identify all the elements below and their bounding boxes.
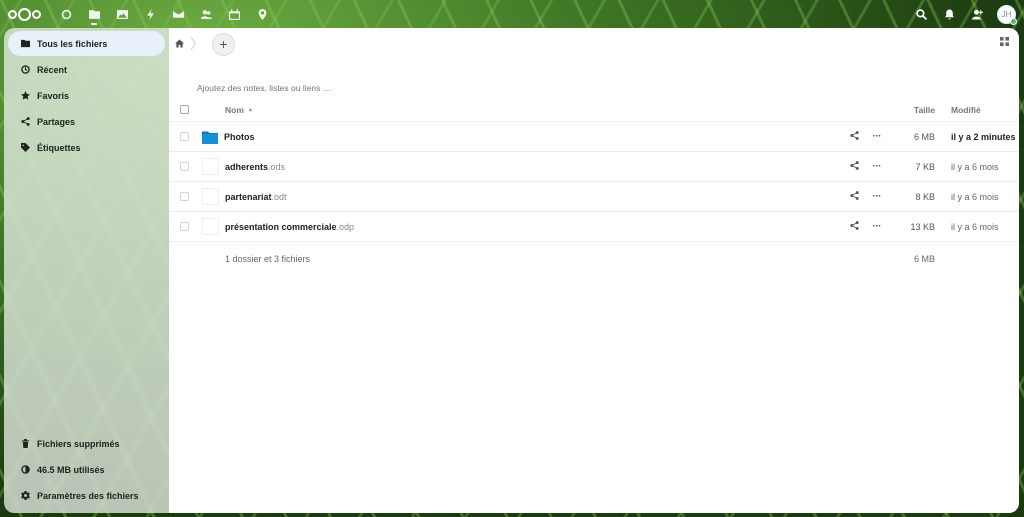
sidebar-item-deleted-files[interactable]: Fichiers supprimés	[8, 431, 165, 456]
file-extension: .odp	[336, 221, 355, 232]
file-name[interactable]: partenariat	[225, 192, 272, 202]
row-checkbox[interactable]	[180, 132, 189, 141]
sidebar-item-label: Favoris	[37, 90, 70, 101]
navigation-sidebar: Tous les fichiers Récent Favoris Partage…	[4, 28, 169, 513]
file-size: 13 KB	[910, 221, 935, 232]
mail-icon[interactable]	[164, 0, 192, 28]
maps-icon[interactable]	[248, 0, 276, 28]
app-menu	[52, 0, 276, 28]
nextcloud-logo[interactable]	[8, 7, 44, 21]
search-icon[interactable]	[907, 0, 935, 28]
file-modified: il y a 2 minutes	[951, 131, 1016, 142]
notifications-icon[interactable]	[935, 0, 963, 28]
sidebar-item-label: Tous les fichiers	[37, 38, 108, 49]
folder-icon	[20, 39, 30, 49]
calendar-icon[interactable]	[220, 0, 248, 28]
file-thumbnail	[202, 158, 219, 175]
file-name[interactable]: présentation commerciale	[225, 222, 337, 232]
photos-icon[interactable]	[108, 0, 136, 28]
app-container: Tous les fichiers Récent Favoris Partage…	[4, 28, 1019, 513]
quota-icon	[20, 465, 30, 475]
sidebar-item-recent[interactable]: Récent	[8, 57, 165, 82]
summary-count: 1 dossier et 3 fichiers	[225, 254, 311, 264]
breadcrumb: 〉 +	[175, 32, 235, 56]
sidebar-item-tags[interactable]: Étiquettes	[8, 135, 165, 160]
file-name[interactable]: adherents	[225, 162, 268, 172]
more-actions-icon[interactable]: ···	[873, 191, 882, 202]
gear-icon	[20, 491, 30, 501]
share-icon[interactable]	[849, 191, 859, 202]
sidebar-item-label: 46.5 MB utilisés	[37, 464, 105, 475]
trash-icon	[20, 439, 30, 449]
sidebar-item-shares[interactable]: Partages	[8, 109, 165, 134]
more-actions-icon[interactable]: ···	[873, 221, 882, 232]
share-icon[interactable]	[849, 131, 859, 142]
top-header: JH	[0, 0, 1024, 28]
row-checkbox[interactable]	[180, 222, 189, 231]
column-header-modified[interactable]: Modifié	[939, 105, 1019, 115]
file-table: Nom ▴ Taille Modifié Photos ··· 6 MB il …	[169, 98, 1019, 276]
column-header-name[interactable]: Nom ▴	[225, 105, 835, 115]
star-icon	[20, 91, 30, 101]
user-avatar[interactable]: JH	[997, 4, 1017, 25]
files-icon[interactable]	[80, 0, 108, 28]
file-extension: .ods	[268, 161, 286, 172]
more-actions-icon[interactable]: ···	[873, 161, 882, 172]
home-icon[interactable]	[175, 38, 184, 50]
sidebar-item-label: Fichiers supprimés	[37, 438, 120, 449]
column-header-size[interactable]: Taille	[895, 105, 939, 115]
share-icon[interactable]	[849, 161, 859, 172]
file-size: 6 MB	[913, 131, 935, 142]
tag-icon	[20, 143, 30, 153]
grid-view-toggle-icon[interactable]	[1000, 37, 1009, 46]
file-thumbnail	[202, 188, 219, 205]
folder-icon	[202, 129, 218, 145]
table-row[interactable]: Photos ··· 6 MB il y a 2 minutes	[169, 122, 1019, 152]
sidebar-item-quota[interactable]: 46.5 MB utilisés	[8, 457, 165, 482]
select-all-checkbox[interactable]	[180, 105, 189, 114]
file-extension: .odt	[271, 191, 287, 202]
dashboard-icon[interactable]	[52, 0, 80, 28]
table-header: Nom ▴ Taille Modifié	[169, 98, 1019, 122]
summary-size: 6 MB	[913, 254, 935, 264]
rich-workspace-notes[interactable]: Ajoutez des notes, listes ou liens …	[197, 83, 331, 93]
share-icon	[20, 117, 30, 127]
sidebar-item-label: Paramètres des fichiers	[37, 490, 139, 501]
clock-icon	[20, 65, 30, 75]
file-thumbnail	[202, 218, 219, 235]
sidebar-item-all-files[interactable]: Tous les fichiers	[8, 31, 165, 56]
row-checkbox[interactable]	[180, 162, 189, 171]
file-modified: il y a 6 mois	[951, 191, 999, 202]
more-actions-icon[interactable]: ···	[873, 131, 882, 142]
breadcrumb-separator: 〉	[190, 36, 204, 52]
file-list-area: 〉 + Ajoutez des notes, listes ou liens ……	[169, 28, 1019, 513]
sidebar-item-favorites[interactable]: Favoris	[8, 83, 165, 108]
sidebar-item-settings[interactable]: Paramètres des fichiers	[8, 483, 165, 508]
file-modified: il y a 6 mois	[951, 221, 999, 232]
file-size: 8 KB	[915, 191, 935, 202]
contacts-icon[interactable]	[192, 0, 220, 28]
file-size: 7 KB	[915, 161, 935, 172]
table-row[interactable]: adherents .ods ··· 7 KB il y a 6 mois	[169, 152, 1019, 182]
file-name[interactable]: Photos	[224, 132, 255, 142]
new-file-button[interactable]: +	[212, 32, 235, 56]
sidebar-item-label: Étiquettes	[37, 142, 81, 153]
contacts-menu-icon[interactable]	[963, 0, 991, 28]
activity-icon[interactable]	[136, 0, 164, 28]
sidebar-item-label: Récent	[37, 64, 68, 75]
share-icon[interactable]	[849, 221, 859, 232]
row-checkbox[interactable]	[180, 192, 189, 201]
table-row[interactable]: présentation commerciale .odp ··· 13 KB …	[169, 212, 1019, 242]
table-summary: 1 dossier et 3 fichiers 6 MB	[169, 242, 1019, 276]
table-row[interactable]: partenariat .odt ··· 8 KB il y a 6 mois	[169, 182, 1019, 212]
sidebar-item-label: Partages	[37, 116, 76, 127]
file-modified: il y a 6 mois	[951, 161, 999, 172]
status-dot	[1010, 17, 1017, 25]
sort-arrow-icon: ▴	[248, 107, 252, 113]
